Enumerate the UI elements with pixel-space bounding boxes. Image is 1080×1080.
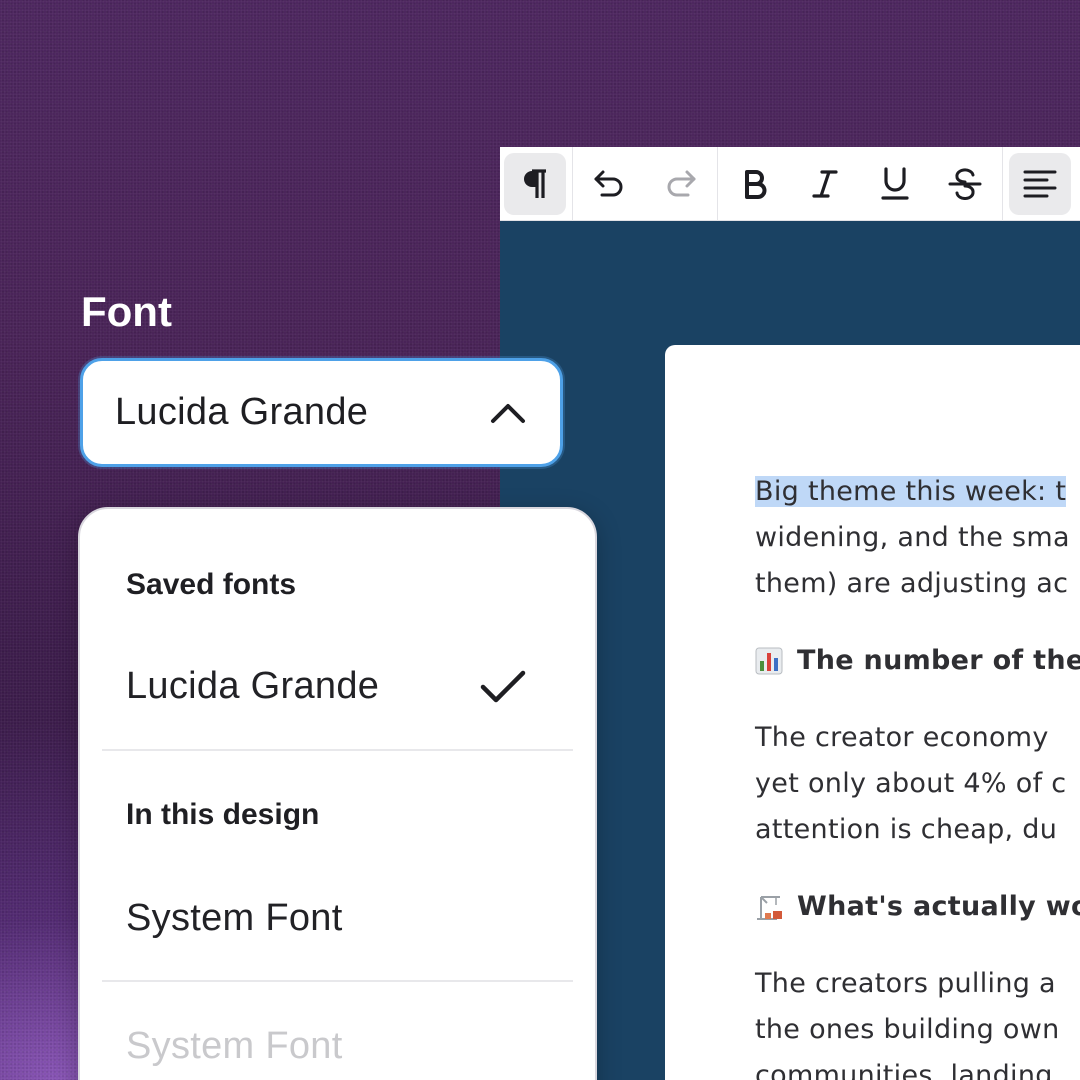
font-dropdown-menu: Saved fonts Lucida Grande In this design… xyxy=(78,507,597,1080)
align-left-button[interactable] xyxy=(1009,152,1071,215)
formatting-toolbar xyxy=(500,146,1080,221)
text-line: communities, landing xyxy=(755,1060,1053,1080)
heading-text: The number of the xyxy=(797,645,1080,676)
document-body[interactable]: Big theme this week: t widening, and the… xyxy=(755,469,1080,1080)
underline-icon xyxy=(881,166,909,200)
bar-chart-emoji-icon xyxy=(755,647,783,675)
redo-button[interactable] xyxy=(649,153,711,215)
text-line: widening, and the sma xyxy=(755,522,1070,553)
font-option-lucida-grande[interactable]: Lucida Grande xyxy=(126,665,379,708)
divider xyxy=(102,749,573,751)
text-line: the ones building own xyxy=(755,1014,1060,1045)
section-heading: What's actually wo xyxy=(755,884,1080,930)
strikethrough-icon xyxy=(948,167,982,200)
font-option-system-font-partial[interactable]: System Font xyxy=(126,1025,343,1068)
section-title-in-this-design: In this design xyxy=(126,798,320,831)
section-heading: The number of the xyxy=(755,638,1080,684)
paragraph[interactable]: Big theme this week: t widening, and the… xyxy=(755,469,1080,607)
undo-icon xyxy=(594,170,623,196)
heading-text: What's actually wo xyxy=(797,891,1080,922)
redo-icon xyxy=(667,170,696,196)
section-title-saved-fonts: Saved fonts xyxy=(126,568,297,601)
italic-button[interactable] xyxy=(794,153,856,215)
font-label: Font xyxy=(81,288,172,335)
chevron-up-icon xyxy=(491,403,525,423)
toolbar-divider xyxy=(717,146,718,221)
document-page[interactable]: Big theme this week: t widening, and the… xyxy=(665,345,1080,1080)
align-left-icon xyxy=(1023,170,1057,197)
strikethrough-button[interactable] xyxy=(934,153,996,215)
checkmark-icon xyxy=(480,670,526,703)
undo-button[interactable] xyxy=(579,153,641,215)
italic-icon xyxy=(812,169,838,198)
text-line: The creator economy xyxy=(755,722,1049,753)
font-select-value: Lucida Grande xyxy=(115,391,369,433)
paragraph[interactable]: The creator economy yet only about 4% of… xyxy=(755,715,1080,853)
text-line: The creators pulling a xyxy=(755,968,1056,999)
pilcrow-icon xyxy=(524,168,546,198)
bold-icon xyxy=(745,169,767,199)
text-line: yet only about 4% of c xyxy=(755,768,1067,799)
construction-crane-emoji-icon xyxy=(757,896,782,920)
font-option-system-font[interactable]: System Font xyxy=(126,897,343,940)
text-line: them) are adjusting ac xyxy=(755,568,1069,599)
font-select[interactable]: Lucida Grande xyxy=(80,358,563,467)
toolbar-divider xyxy=(1002,146,1003,221)
bold-button[interactable] xyxy=(724,153,786,215)
toolbar-divider xyxy=(572,146,573,221)
paragraph[interactable]: The creators pulling a the ones building… xyxy=(755,961,1080,1080)
selected-text[interactable]: Big theme this week: t xyxy=(755,476,1067,507)
underline-button[interactable] xyxy=(864,153,926,215)
pilcrow-button[interactable] xyxy=(504,152,566,215)
divider xyxy=(102,980,573,982)
text-line: attention is cheap, du xyxy=(755,814,1058,845)
